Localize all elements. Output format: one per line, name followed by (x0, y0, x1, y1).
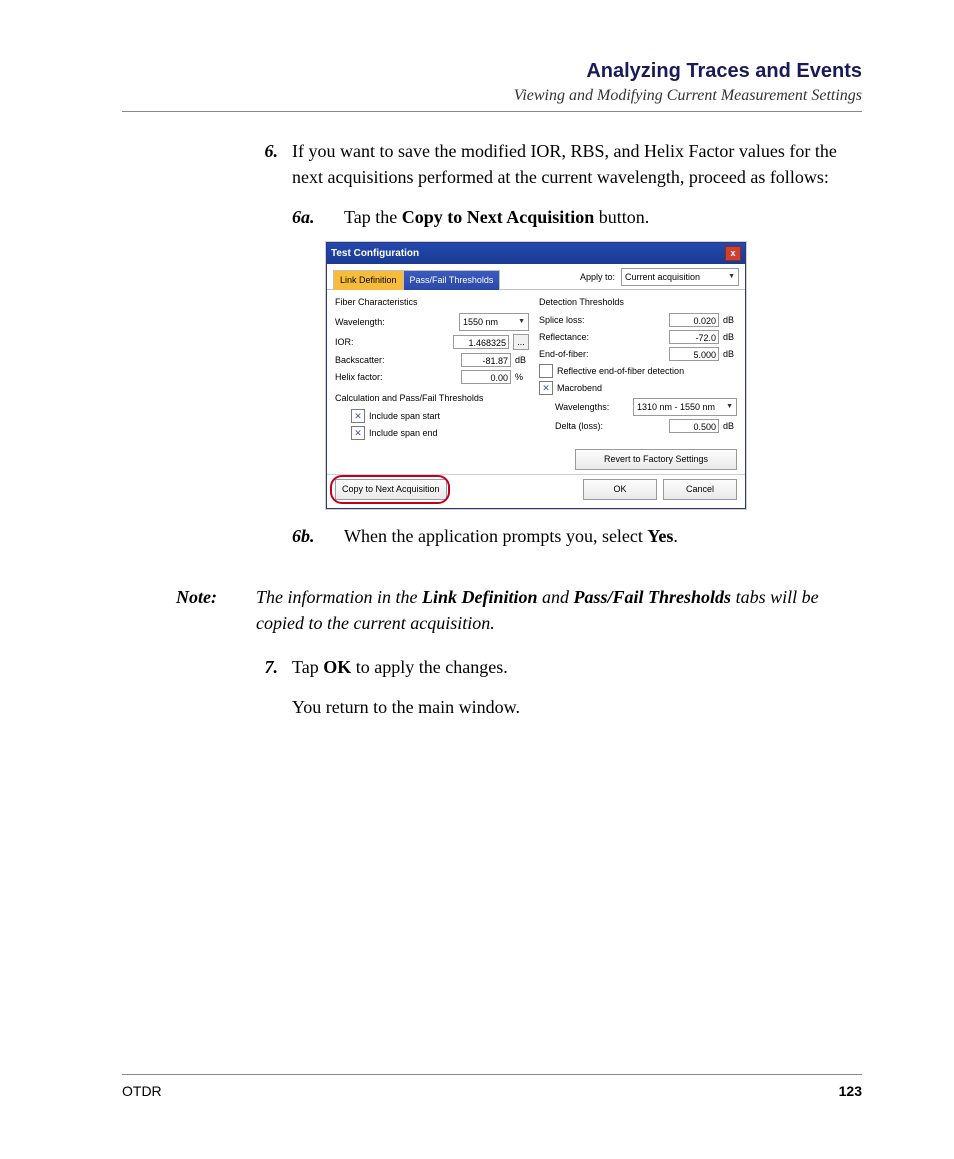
substep-text: Tap the Copy to Next Acquisition button. (344, 204, 862, 230)
delta-loss-label: Delta (loss): (555, 420, 629, 433)
macrobend-label: Macrobend (557, 382, 602, 395)
backscatter-input[interactable]: -81.87 (461, 353, 511, 367)
footer-product: OTDR (122, 1083, 162, 1099)
chevron-down-icon: ▼ (726, 402, 733, 412)
ior-label: IOR: (335, 336, 401, 349)
ior-more-button[interactable]: ... (513, 334, 529, 350)
page-number: 123 (839, 1083, 862, 1099)
step-number: 7. (242, 654, 292, 720)
apply-to-label: Apply to: (580, 271, 615, 284)
helix-unit: % (515, 371, 529, 384)
substep-text: When the application prompts you, select… (344, 523, 862, 549)
note-label: Note: (176, 584, 256, 636)
note-text: The information in the Link Definition a… (256, 584, 862, 636)
fiber-characteristics-group: Fiber Characteristics (335, 296, 529, 309)
backscatter-unit: dB (515, 354, 529, 367)
reflectance-input[interactable]: -72.0 (669, 330, 719, 344)
end-of-fiber-input[interactable]: 5.000 (669, 347, 719, 361)
reflectance-label: Reflectance: (539, 331, 613, 344)
footer-rule (122, 1074, 862, 1075)
dialog-title: Test Configuration (331, 247, 419, 262)
delta-loss-input[interactable]: 0.500 (669, 419, 719, 433)
detection-thresholds-group: Detection Thresholds (539, 296, 737, 309)
splice-loss-unit: dB (723, 314, 737, 327)
include-span-end-checkbox[interactable]: ✕ (351, 426, 365, 440)
wavelength-select[interactable]: 1550 nm ▼ (459, 313, 529, 331)
section-subtitle: Viewing and Modifying Current Measuremen… (122, 87, 862, 105)
backscatter-label: Backscatter: (335, 354, 401, 367)
step7-after: You return to the main window. (292, 694, 862, 720)
include-span-end-label: Include span end (369, 427, 438, 440)
splice-loss-label: Splice loss: (539, 314, 613, 327)
ior-input[interactable]: 1.468325 (453, 335, 509, 349)
end-of-fiber-label: End-of-fiber: (539, 348, 613, 361)
include-span-start-label: Include span start (369, 410, 440, 423)
delta-loss-unit: dB (723, 420, 737, 433)
helix-label: Helix factor: (335, 371, 401, 384)
tab-passfail-thresholds[interactable]: Pass/Fail Thresholds (403, 270, 501, 290)
apply-to-select[interactable]: Current acquisition ▼ (621, 268, 739, 286)
macrobend-checkbox[interactable]: ✕ (539, 381, 553, 395)
tab-link-definition[interactable]: Link Definition (333, 270, 404, 290)
substep-number: 6b. (292, 523, 344, 549)
reflective-eof-checkbox[interactable] (539, 364, 553, 378)
end-of-fiber-unit: dB (723, 348, 737, 361)
chevron-down-icon: ▼ (728, 272, 735, 282)
step7-text: Tap OK to apply the changes. (292, 654, 862, 680)
wavelengths-label: Wavelengths: (555, 401, 629, 414)
wavelengths-select[interactable]: 1310 nm - 1550 nm ▼ (633, 398, 737, 416)
chapter-title: Analyzing Traces and Events (122, 60, 862, 83)
cancel-button[interactable]: Cancel (663, 479, 737, 500)
step-number: 6. (242, 138, 292, 562)
calc-group: Calculation and Pass/Fail Thresholds (335, 392, 529, 405)
reflectance-unit: dB (723, 331, 737, 344)
copy-to-next-acquisition-button[interactable]: Copy to Next Acquisition (335, 479, 447, 500)
helix-input[interactable]: 0.00 (461, 370, 511, 384)
substep-number: 6a. (292, 204, 344, 230)
wavelength-label: Wavelength: (335, 316, 401, 329)
step6-text: If you want to save the modified IOR, RB… (292, 141, 837, 187)
header-rule (122, 111, 862, 112)
reflective-eof-label: Reflective end-of-fiber detection (557, 365, 684, 378)
chevron-down-icon: ▼ (518, 317, 525, 327)
test-configuration-dialog: Test Configuration x Link Definition Pas… (326, 242, 746, 509)
splice-loss-input[interactable]: 0.020 (669, 313, 719, 327)
ok-button[interactable]: OK (583, 479, 657, 500)
revert-button[interactable]: Revert to Factory Settings (575, 449, 737, 470)
include-span-start-checkbox[interactable]: ✕ (351, 409, 365, 423)
close-icon[interactable]: x (725, 246, 741, 261)
